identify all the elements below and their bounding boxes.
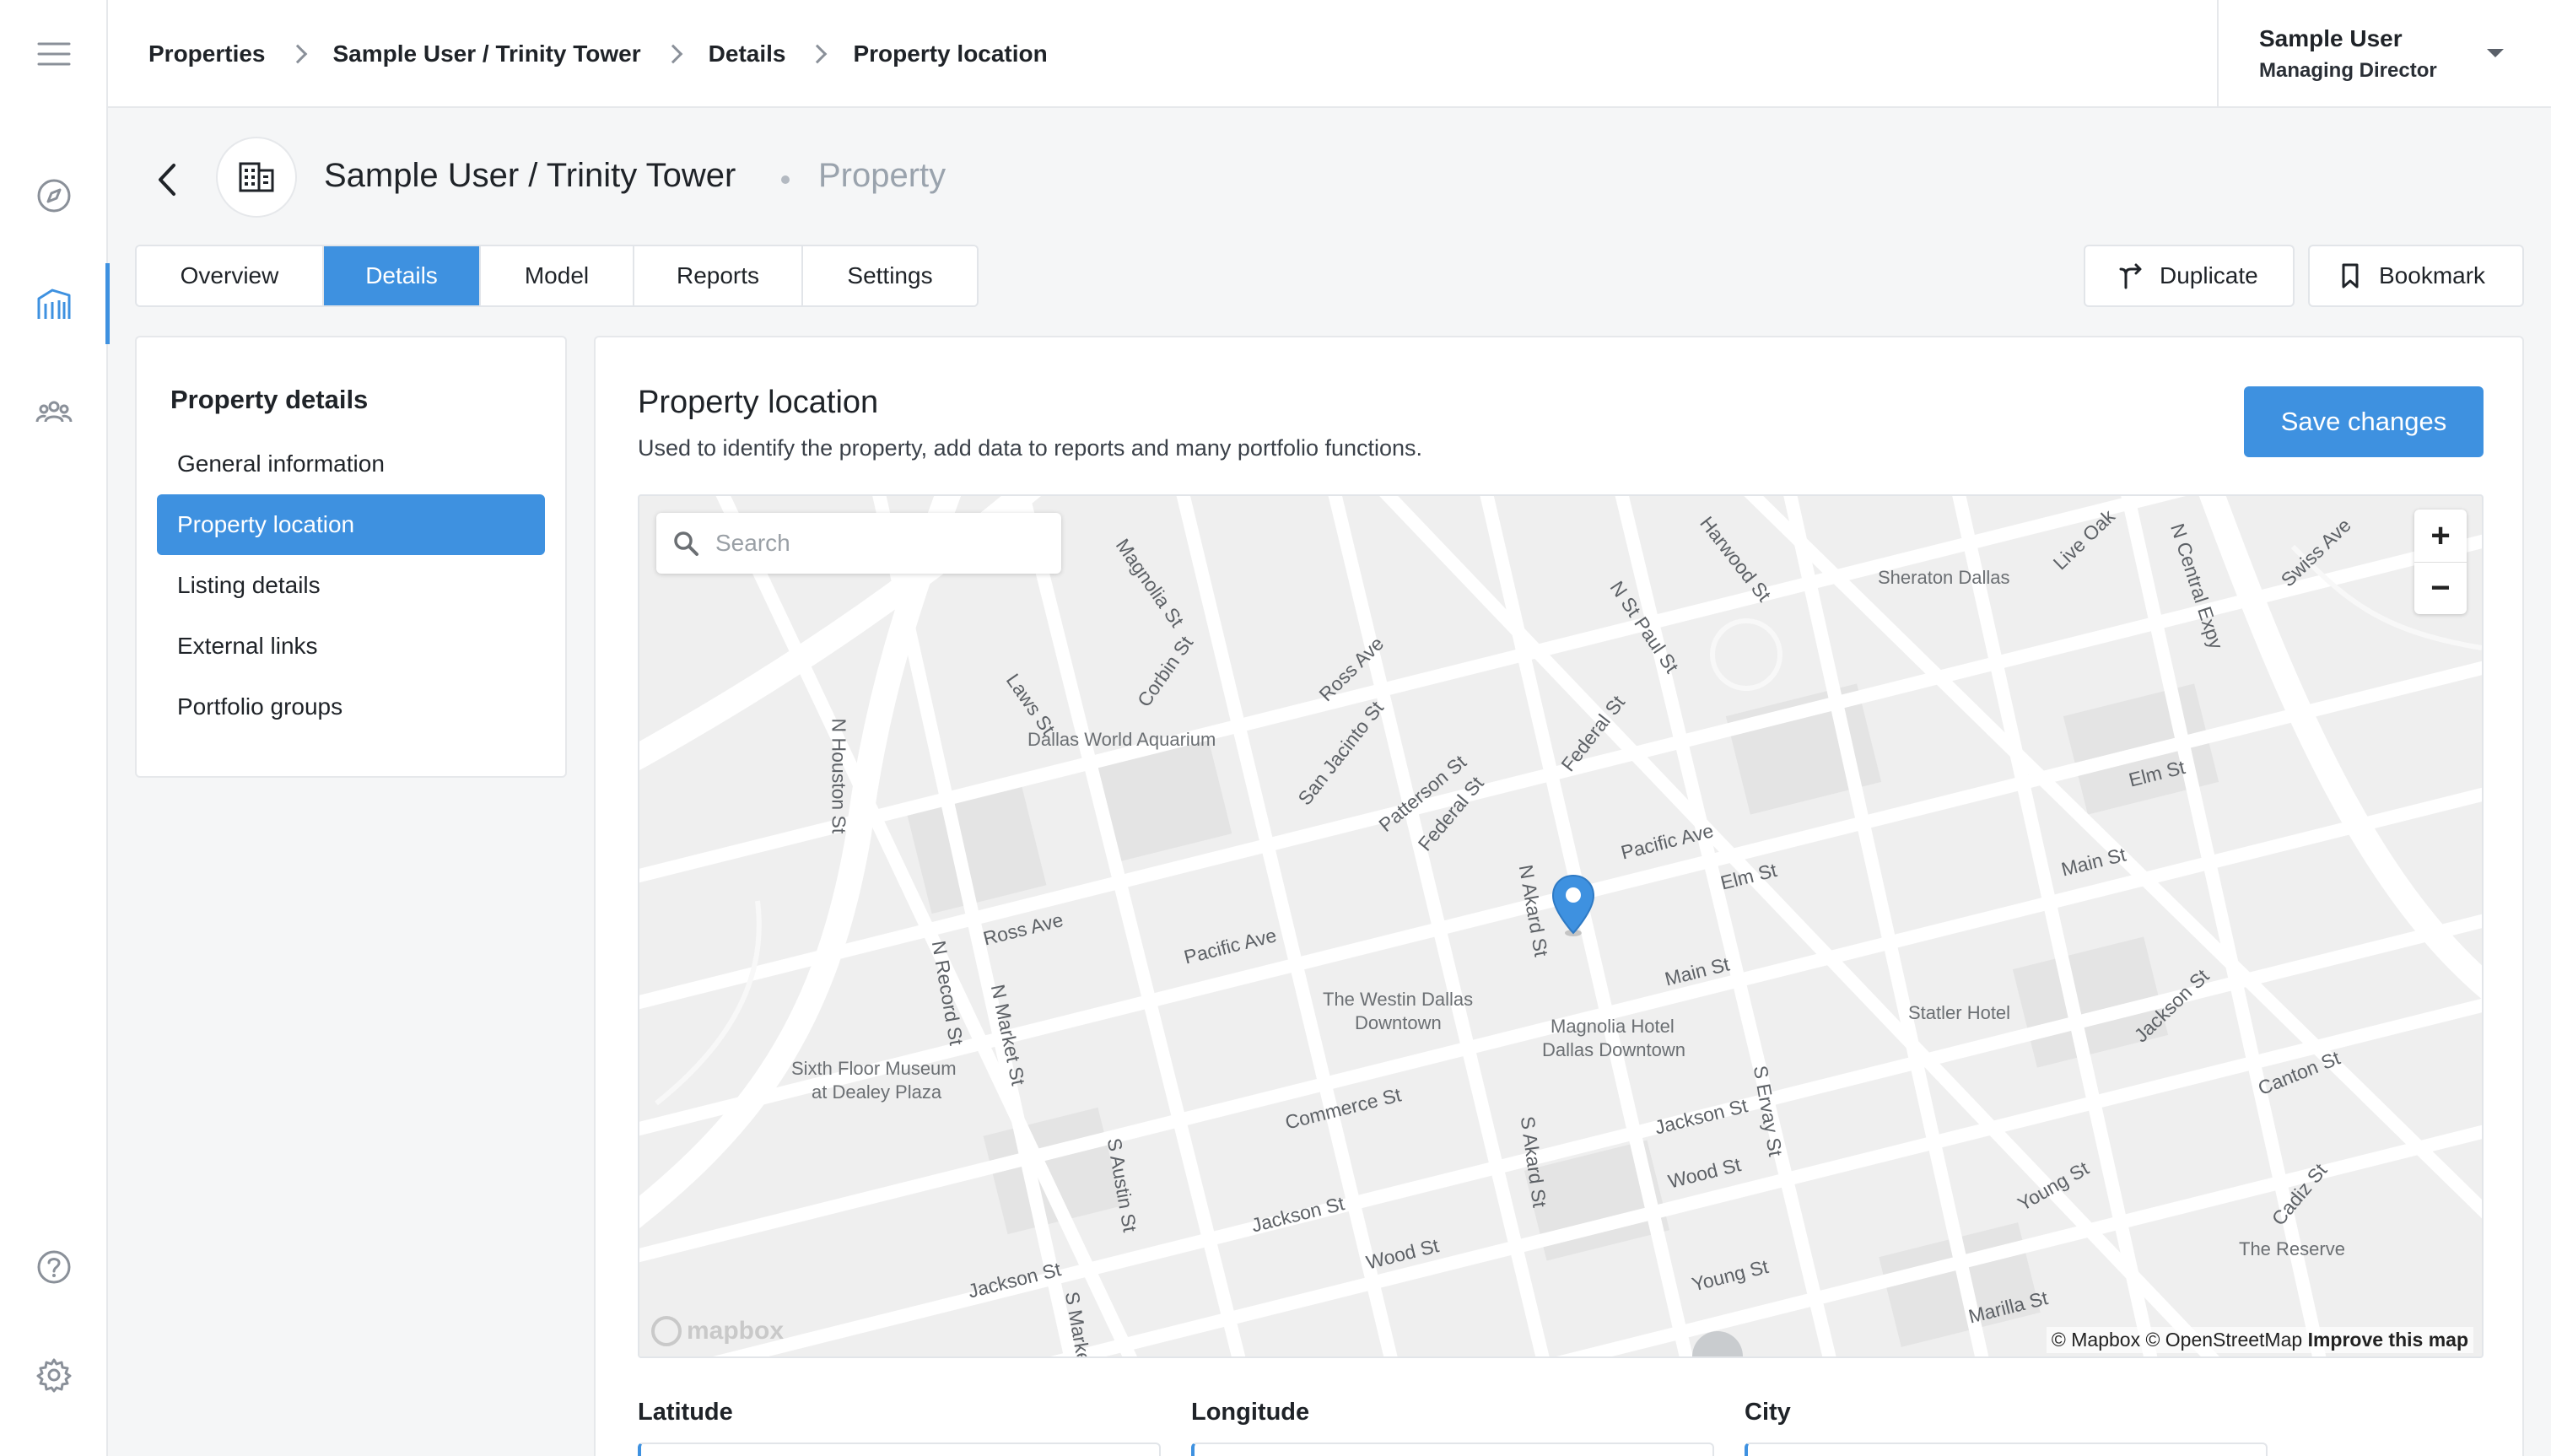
mapbox-logo-text: mapbox <box>687 1317 785 1345</box>
street-label: N Houston St <box>828 718 850 834</box>
location-pin-icon[interactable] <box>1551 874 1596 938</box>
tab-model[interactable]: Model <box>481 246 634 305</box>
side-nav-item-general-information[interactable]: General information <box>157 434 545 494</box>
longitude-field[interactable] <box>1191 1443 1714 1456</box>
city-field[interactable] <box>1745 1443 2268 1456</box>
tab-bar: Overview Details Model Reports Settings <box>135 245 979 307</box>
side-nav-title: Property details <box>170 385 369 414</box>
bookmark-button[interactable]: Bookmark <box>2308 245 2524 307</box>
longitude-label: Longitude <box>1191 1399 1310 1426</box>
city-label: City <box>1745 1399 1791 1426</box>
tab-details[interactable]: Details <box>324 246 481 305</box>
mapbox-logo[interactable]: mapbox <box>651 1316 784 1346</box>
breadcrumb-property[interactable]: Sample User / Trinity Tower <box>333 40 641 67</box>
compass-icon[interactable] <box>0 155 108 236</box>
chevron-right-icon <box>663 44 682 64</box>
zoom-out-button[interactable]: − <box>2414 562 2467 614</box>
people-icon[interactable] <box>0 371 108 452</box>
map-label-magnolia-1: Magnolia Hotel <box>1551 1016 1675 1037</box>
map-label-museum-1: Sixth Floor Museum <box>791 1058 957 1079</box>
tab-overview[interactable]: Overview <box>137 246 324 305</box>
tab-settings[interactable]: Settings <box>803 246 977 305</box>
map-attribution: © Mapbox © OpenStreetMap Improve this ma… <box>2046 1327 2473 1353</box>
property-details-nav: Property details General information Pro… <box>135 336 567 778</box>
duplicate-icon <box>2119 263 2142 289</box>
user-menu[interactable]: Sample User Managing Director <box>2217 0 2551 108</box>
map-label-aquarium: Dallas World Aquarium <box>1027 729 1216 750</box>
map-label-westin-1: The Westin Dallas <box>1323 989 1474 1010</box>
office-building-icon <box>239 162 274 192</box>
menu-icon[interactable] <box>0 13 108 94</box>
zoom-in-button[interactable]: + <box>2414 510 2467 562</box>
page-subtitle: Property <box>818 157 947 194</box>
map-label-reserve: The Reserve <box>2239 1238 2345 1259</box>
title-separator <box>781 175 790 184</box>
attribution-text[interactable]: © Mapbox © OpenStreetMap <box>2052 1329 2302 1351</box>
back-button[interactable] <box>147 159 189 201</box>
improve-map-link[interactable]: Improve this map <box>2308 1329 2468 1351</box>
left-rail <box>0 0 110 1456</box>
latitude-label: Latitude <box>638 1399 733 1426</box>
help-icon[interactable] <box>0 1227 108 1308</box>
map-label-museum-2: at Dealey Plaza <box>812 1081 942 1103</box>
section-title: Property location <box>638 385 879 420</box>
map-label-magnolia-2: Dallas Downtown <box>1542 1039 1685 1060</box>
map-label-sheraton: Sheraton Dallas <box>1878 567 2010 588</box>
map[interactable]: Sheraton Dallas Dallas World Aquarium Th… <box>638 494 2484 1358</box>
bookmark-label: Bookmark <box>2379 262 2486 289</box>
property-avatar <box>216 137 297 218</box>
search-icon <box>674 531 698 556</box>
side-nav-item-property-location[interactable]: Property location <box>157 494 545 555</box>
chevron-right-icon <box>288 44 307 64</box>
save-changes-button[interactable]: Save changes <box>2244 386 2484 457</box>
rail-active-indicator <box>105 263 110 344</box>
breadcrumb-properties[interactable]: Properties <box>148 40 266 67</box>
user-role: Managing Director <box>2259 59 2437 82</box>
breadcrumb-current: Property location <box>853 40 1048 67</box>
breadcrumb: Properties Sample User / Trinity Tower D… <box>148 0 1048 108</box>
bookmark-icon <box>2342 263 2359 289</box>
tab-reports[interactable]: Reports <box>634 246 803 305</box>
chevron-right-icon <box>808 44 828 64</box>
map-search-input[interactable] <box>715 530 1036 557</box>
side-nav-item-listing-details[interactable]: Listing details <box>157 555 545 616</box>
map-zoom-controls: + − <box>2414 510 2467 614</box>
user-name: Sample User <box>2259 25 2403 51</box>
duplicate-button[interactable]: Duplicate <box>2084 245 2295 307</box>
page-title: Sample User / Trinity Tower <box>324 157 736 194</box>
side-nav-item-external-links[interactable]: External links <box>157 616 545 677</box>
section-description: Used to identify the property, add data … <box>638 435 1423 461</box>
map-search <box>656 513 1061 574</box>
duplicate-label: Duplicate <box>2160 262 2258 289</box>
map-label-statler: Statler Hotel <box>1908 1002 2011 1023</box>
side-nav-item-portfolio-groups[interactable]: Portfolio groups <box>157 677 545 737</box>
chevron-left-icon <box>159 164 175 196</box>
top-bar: Properties Sample User / Trinity Tower D… <box>108 0 2551 108</box>
property-location-panel: Property location Used to identify the p… <box>594 336 2524 1456</box>
building-icon[interactable] <box>0 263 110 344</box>
latitude-field[interactable] <box>638 1443 1161 1456</box>
gear-icon[interactable] <box>0 1335 108 1416</box>
map-label-westin-2: Downtown <box>1355 1012 1442 1033</box>
breadcrumb-details[interactable]: Details <box>709 40 786 67</box>
chevron-down-icon <box>2487 49 2504 57</box>
